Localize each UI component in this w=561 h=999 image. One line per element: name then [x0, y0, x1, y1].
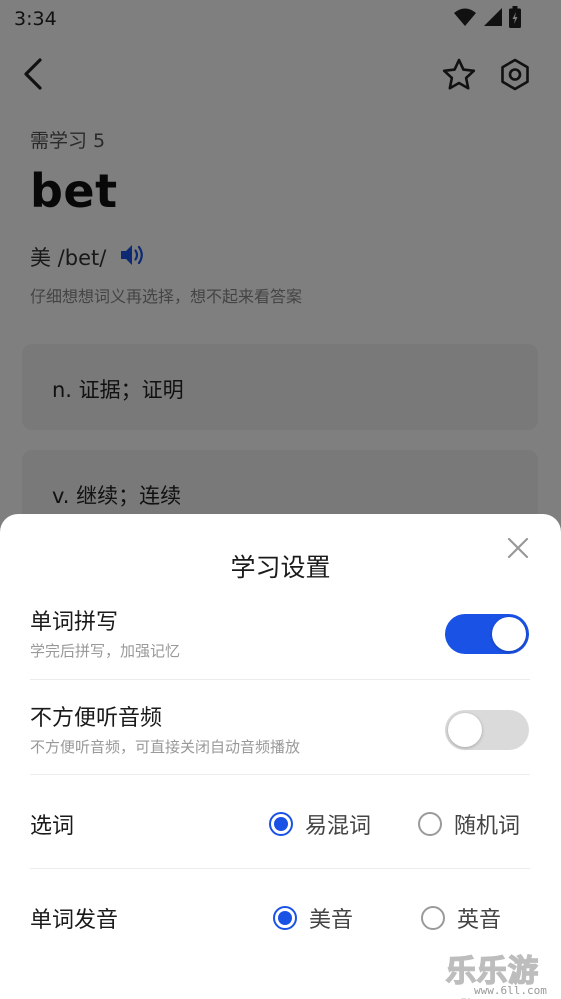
watermark: 乐乐游戏 www.6ll.com	[445, 946, 560, 999]
audio-toggle[interactable]	[445, 710, 529, 750]
divider	[30, 868, 530, 869]
radio-random[interactable]: 随机词	[418, 808, 520, 840]
divider	[30, 679, 530, 680]
radio-label: 随机词	[454, 814, 521, 839]
radio-unchecked-icon	[418, 812, 442, 836]
watermark-url: www.6ll.com	[474, 984, 547, 997]
radio-unchecked-icon	[421, 906, 445, 930]
toggle-knob	[492, 617, 526, 651]
word-pick-label: 选词	[30, 814, 75, 839]
pronunciation-label: 单词发音	[30, 908, 119, 933]
radio-label: 易混词	[305, 814, 372, 839]
radio-label: 英音	[457, 908, 502, 933]
sheet-title: 学习设置	[230, 553, 331, 582]
close-icon	[507, 537, 529, 559]
radio-checked-icon	[269, 812, 293, 836]
radio-british[interactable]: 英音	[421, 902, 501, 934]
radio-confusable[interactable]: 易混词	[269, 808, 371, 840]
toggle-knob	[448, 713, 482, 747]
radio-label: 美音	[309, 908, 354, 933]
close-button[interactable]	[502, 532, 534, 564]
radio-american[interactable]: 美音	[273, 902, 353, 934]
spelling-toggle[interactable]	[445, 614, 529, 654]
divider	[30, 774, 530, 775]
radio-checked-icon	[273, 906, 297, 930]
settings-sheet: 学习设置 单词拼写 学完后拼写，加强记忆 不方便听音频 不方便听音频，可直接关闭…	[0, 514, 561, 999]
